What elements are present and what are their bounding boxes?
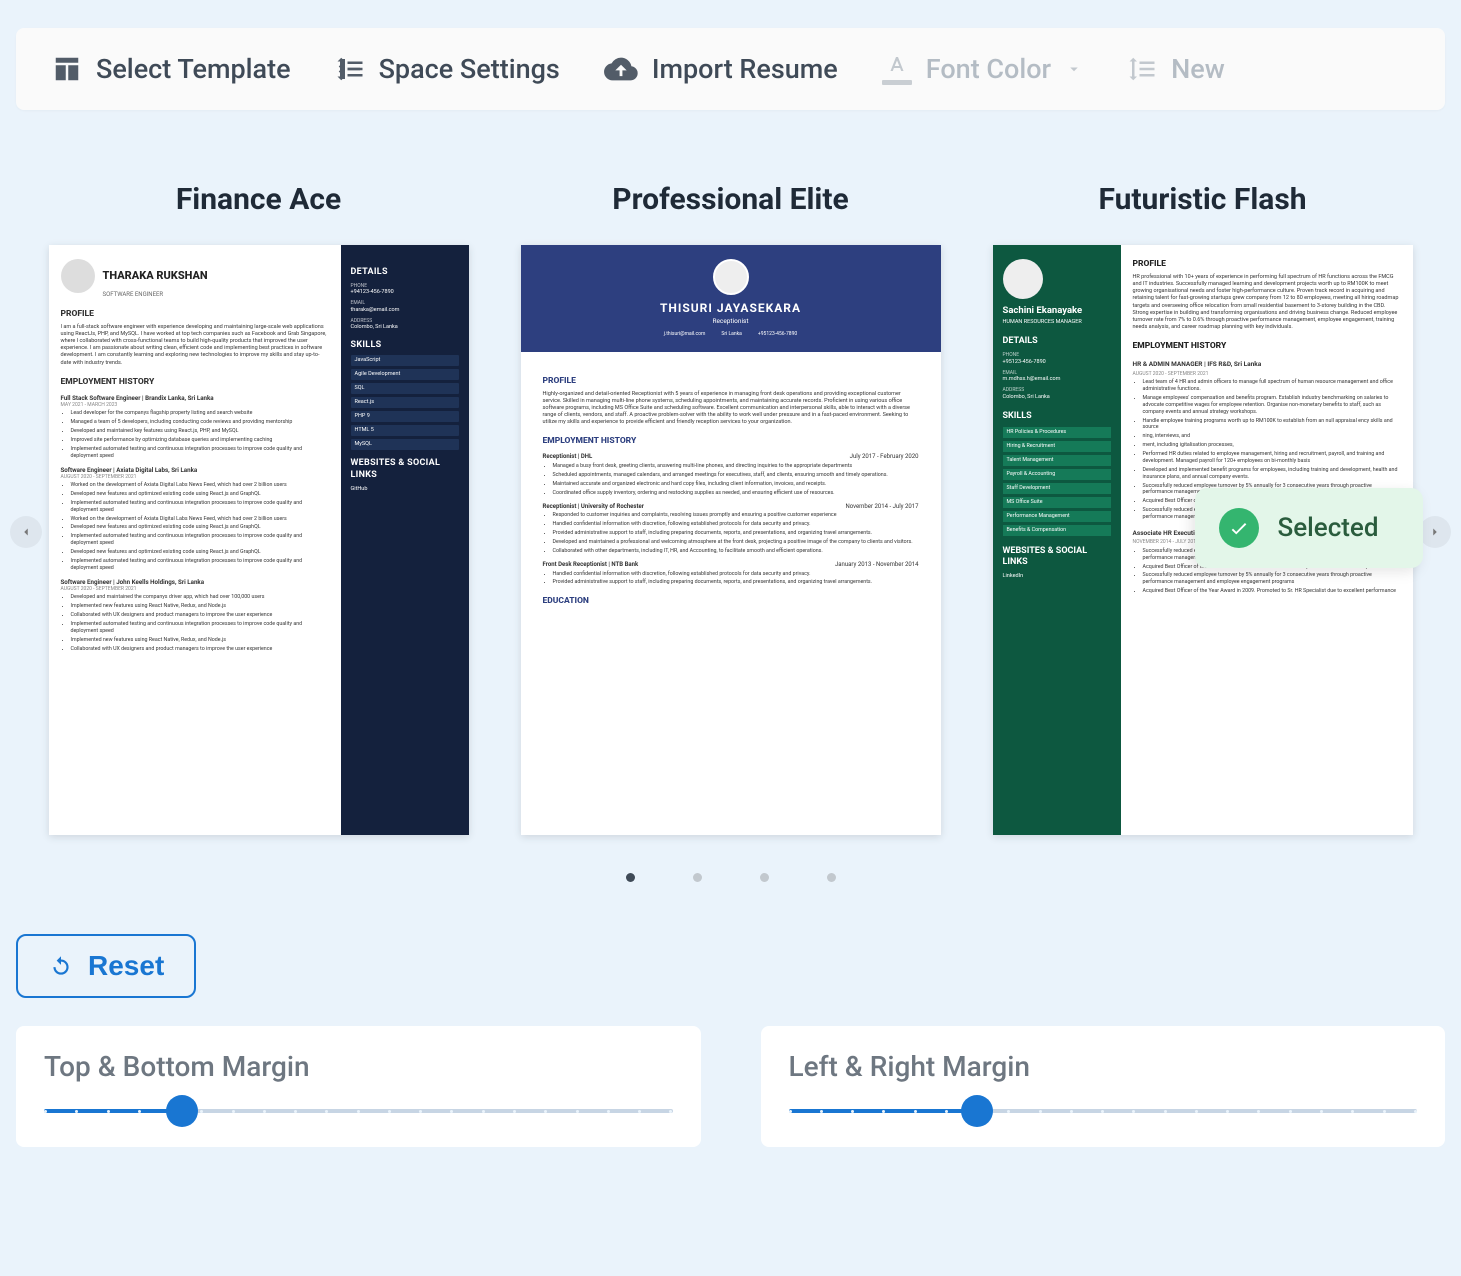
font-color-icon xyxy=(882,54,912,85)
next-arrow[interactable] xyxy=(1419,516,1451,548)
template-title: Professional Elite xyxy=(521,182,941,217)
template-cards: Finance Ace THARAKA RUKSHAN SOFTWARE ENG… xyxy=(16,182,1445,835)
selected-badge: Selected xyxy=(1195,488,1422,568)
template-title: Finance Ace xyxy=(49,182,469,217)
new-label: New xyxy=(1171,53,1225,85)
line-spacing-icon xyxy=(335,54,365,84)
dot-2[interactable] xyxy=(693,873,702,882)
selected-label: Selected xyxy=(1277,513,1378,543)
slider-knob[interactable] xyxy=(961,1095,993,1127)
slider-label: Top & Bottom Margin xyxy=(44,1050,673,1083)
dot-4[interactable] xyxy=(827,873,836,882)
cloud-upload-icon xyxy=(604,52,638,86)
font-color-label: Font Color xyxy=(926,53,1051,85)
prev-arrow[interactable] xyxy=(10,516,42,548)
template-thumbnail: THISURI JAYASEKARA Receptionist j.thisur… xyxy=(521,245,941,835)
select-template-label: Select Template xyxy=(96,53,291,85)
slider-knob[interactable] xyxy=(166,1095,198,1127)
template-card-professional-elite[interactable]: Professional Elite THISURI JAYASEKARA Re… xyxy=(521,182,941,835)
top-bottom-margin-box: Top & Bottom Margin xyxy=(16,1026,701,1147)
reset-label: Reset xyxy=(88,950,164,982)
line-spacing-icon xyxy=(1127,54,1157,84)
reset-icon xyxy=(48,953,74,979)
import-resume-label: Import Resume xyxy=(652,53,838,85)
space-settings-button[interactable]: Space Settings xyxy=(335,53,560,85)
left-right-margin-box: Left & Right Margin xyxy=(761,1026,1446,1147)
left-right-margin-slider[interactable] xyxy=(789,1109,1418,1113)
toolbar: Select Template Space Settings Import Re… xyxy=(16,28,1445,110)
slider-label: Left & Right Margin xyxy=(789,1050,1418,1083)
template-title: Futuristic Flash xyxy=(993,182,1413,217)
dot-3[interactable] xyxy=(760,873,769,882)
space-settings-label: Space Settings xyxy=(379,53,560,85)
template-icon xyxy=(52,54,82,84)
dot-1[interactable] xyxy=(626,873,635,882)
template-card-futuristic-flash[interactable]: Futuristic Flash Sachini Ekanayake HUMAN… xyxy=(993,182,1413,835)
template-thumbnail: THARAKA RUKSHAN SOFTWARE ENGINEER PROFIL… xyxy=(49,245,469,835)
top-bottom-margin-slider[interactable] xyxy=(44,1109,673,1113)
check-icon xyxy=(1219,508,1259,548)
pagination-dots xyxy=(16,873,1445,882)
new-button[interactable]: New xyxy=(1127,53,1225,85)
template-card-finance-ace[interactable]: Finance Ace THARAKA RUKSHAN SOFTWARE ENG… xyxy=(49,182,469,835)
chevron-down-icon xyxy=(1065,60,1083,78)
select-template-button[interactable]: Select Template xyxy=(52,53,291,85)
import-resume-button[interactable]: Import Resume xyxy=(604,52,838,86)
reset-button[interactable]: Reset xyxy=(16,934,196,998)
font-color-button[interactable]: Font Color xyxy=(882,53,1083,85)
